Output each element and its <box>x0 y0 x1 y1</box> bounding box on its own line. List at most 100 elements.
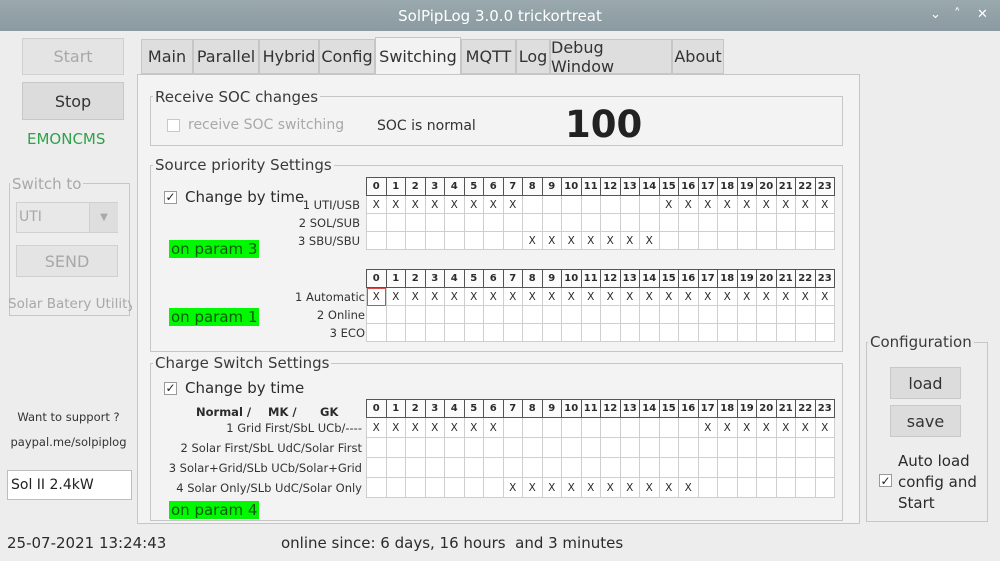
tab-parallel[interactable]: Parallel <box>193 39 259 74</box>
hour-cell[interactable] <box>795 323 816 342</box>
hour-cell[interactable] <box>405 437 426 458</box>
hour-cell[interactable] <box>541 195 562 214</box>
hour-cell[interactable]: X <box>483 417 504 438</box>
hour-cell[interactable] <box>483 323 504 342</box>
hour-cell[interactable]: X <box>580 231 601 250</box>
hour-cell[interactable] <box>639 323 660 342</box>
hour-cell[interactable] <box>775 323 796 342</box>
hour-cell[interactable] <box>444 305 465 324</box>
hour-cell[interactable] <box>541 323 562 342</box>
hour-cell[interactable] <box>405 457 426 478</box>
hour-cell[interactable] <box>366 477 387 498</box>
hour-cell[interactable]: X <box>385 417 406 438</box>
hour-cell[interactable] <box>405 477 426 498</box>
hour-cell[interactable] <box>502 417 523 438</box>
hour-cell[interactable] <box>541 417 562 438</box>
hour-cell[interactable]: X <box>639 287 660 306</box>
hour-cell[interactable] <box>424 323 445 342</box>
hour-cell[interactable]: X <box>775 417 796 438</box>
hour-cell[interactable]: X <box>619 477 640 498</box>
hour-cell[interactable] <box>795 477 816 498</box>
hour-cell[interactable] <box>366 231 387 250</box>
hour-cell[interactable] <box>405 213 426 232</box>
charge-switch-grid[interactable]: 0 1 2 3 4 5 6 7 8 9 10 11 12 13 14 15 16 17 18 19 20 21 22 23 X X… <box>366 399 835 498</box>
hour-cell[interactable] <box>502 323 523 342</box>
hour-cell[interactable]: X <box>775 195 796 214</box>
hour-cell[interactable] <box>522 195 543 214</box>
hour-cell[interactable] <box>385 305 406 324</box>
hour-cell[interactable] <box>697 437 718 458</box>
hour-cell[interactable] <box>697 477 718 498</box>
hour-cell[interactable]: X <box>814 195 835 214</box>
hour-cell[interactable] <box>717 323 738 342</box>
hour-cell[interactable] <box>463 231 484 250</box>
hour-cell[interactable] <box>814 213 835 232</box>
hour-cell[interactable] <box>600 323 621 342</box>
hour-cell[interactable] <box>717 231 738 250</box>
hour-cell[interactable] <box>639 213 660 232</box>
hour-cell[interactable] <box>502 213 523 232</box>
hour-cell[interactable]: X <box>541 287 562 306</box>
hour-cell[interactable] <box>795 305 816 324</box>
hour-cell[interactable] <box>697 457 718 478</box>
hour-cell[interactable]: X <box>541 477 562 498</box>
hour-cell[interactable]: X <box>522 477 543 498</box>
hour-cell[interactable] <box>658 305 679 324</box>
hour-cell[interactable] <box>600 213 621 232</box>
hour-cell[interactable] <box>561 323 582 342</box>
hour-cell[interactable] <box>678 213 699 232</box>
hour-cell[interactable]: X <box>444 417 465 438</box>
hour-cell[interactable] <box>561 417 582 438</box>
save-button[interactable]: save <box>890 405 961 437</box>
hour-cell[interactable] <box>541 457 562 478</box>
send-button[interactable]: SEND <box>16 245 118 277</box>
hour-cell[interactable] <box>639 195 660 214</box>
hour-cell[interactable]: X <box>463 195 484 214</box>
hour-cell[interactable] <box>658 417 679 438</box>
hour-cell[interactable]: X <box>561 231 582 250</box>
hour-cell[interactable] <box>736 323 757 342</box>
hour-cell[interactable]: X <box>424 417 445 438</box>
hour-cell[interactable] <box>366 457 387 478</box>
switch-to-select[interactable]: UTI ▼ <box>16 202 118 233</box>
hour-cell[interactable] <box>600 437 621 458</box>
hour-cell[interactable] <box>444 437 465 458</box>
hour-cell[interactable] <box>522 417 543 438</box>
hour-cell[interactable] <box>502 457 523 478</box>
hour-cell[interactable] <box>658 437 679 458</box>
hour-cell[interactable] <box>658 323 679 342</box>
hour-cell[interactable] <box>444 231 465 250</box>
hour-cell[interactable] <box>502 437 523 458</box>
tab-debug-window[interactable]: Debug Window <box>550 38 672 76</box>
hour-cell[interactable] <box>463 457 484 478</box>
tab-log[interactable]: Log <box>516 39 550 74</box>
hour-cell[interactable] <box>717 437 738 458</box>
hour-cell[interactable] <box>522 305 543 324</box>
hour-cell[interactable]: X <box>463 287 484 306</box>
hour-cell[interactable] <box>619 213 640 232</box>
hour-cell[interactable]: X <box>522 231 543 250</box>
hour-cell[interactable] <box>775 231 796 250</box>
hour-cell[interactable]: X <box>736 287 757 306</box>
chevron-down-icon[interactable]: ▼ <box>89 203 118 232</box>
hour-cell[interactable] <box>775 477 796 498</box>
hour-cell[interactable]: X <box>756 417 777 438</box>
hour-cell[interactable]: X <box>502 287 523 306</box>
hour-cell[interactable] <box>639 417 660 438</box>
hour-cell[interactable] <box>814 437 835 458</box>
hour-cell[interactable] <box>814 323 835 342</box>
hour-cell[interactable]: X <box>444 287 465 306</box>
hour-cell[interactable] <box>424 231 445 250</box>
hour-cell[interactable]: X <box>697 195 718 214</box>
hour-cell[interactable] <box>736 437 757 458</box>
hour-cell[interactable]: X <box>795 195 816 214</box>
tab-mqtt[interactable]: MQTT <box>461 39 516 74</box>
hour-cell[interactable] <box>385 477 406 498</box>
checkmark-icon[interactable]: ✓ <box>879 474 892 487</box>
hour-cell[interactable] <box>580 195 601 214</box>
checkmark-icon[interactable]: ✓ <box>164 190 177 204</box>
load-button[interactable]: load <box>890 367 961 399</box>
hour-cell[interactable] <box>756 477 777 498</box>
hour-cell[interactable]: X <box>580 287 601 306</box>
hour-cell[interactable] <box>522 213 543 232</box>
